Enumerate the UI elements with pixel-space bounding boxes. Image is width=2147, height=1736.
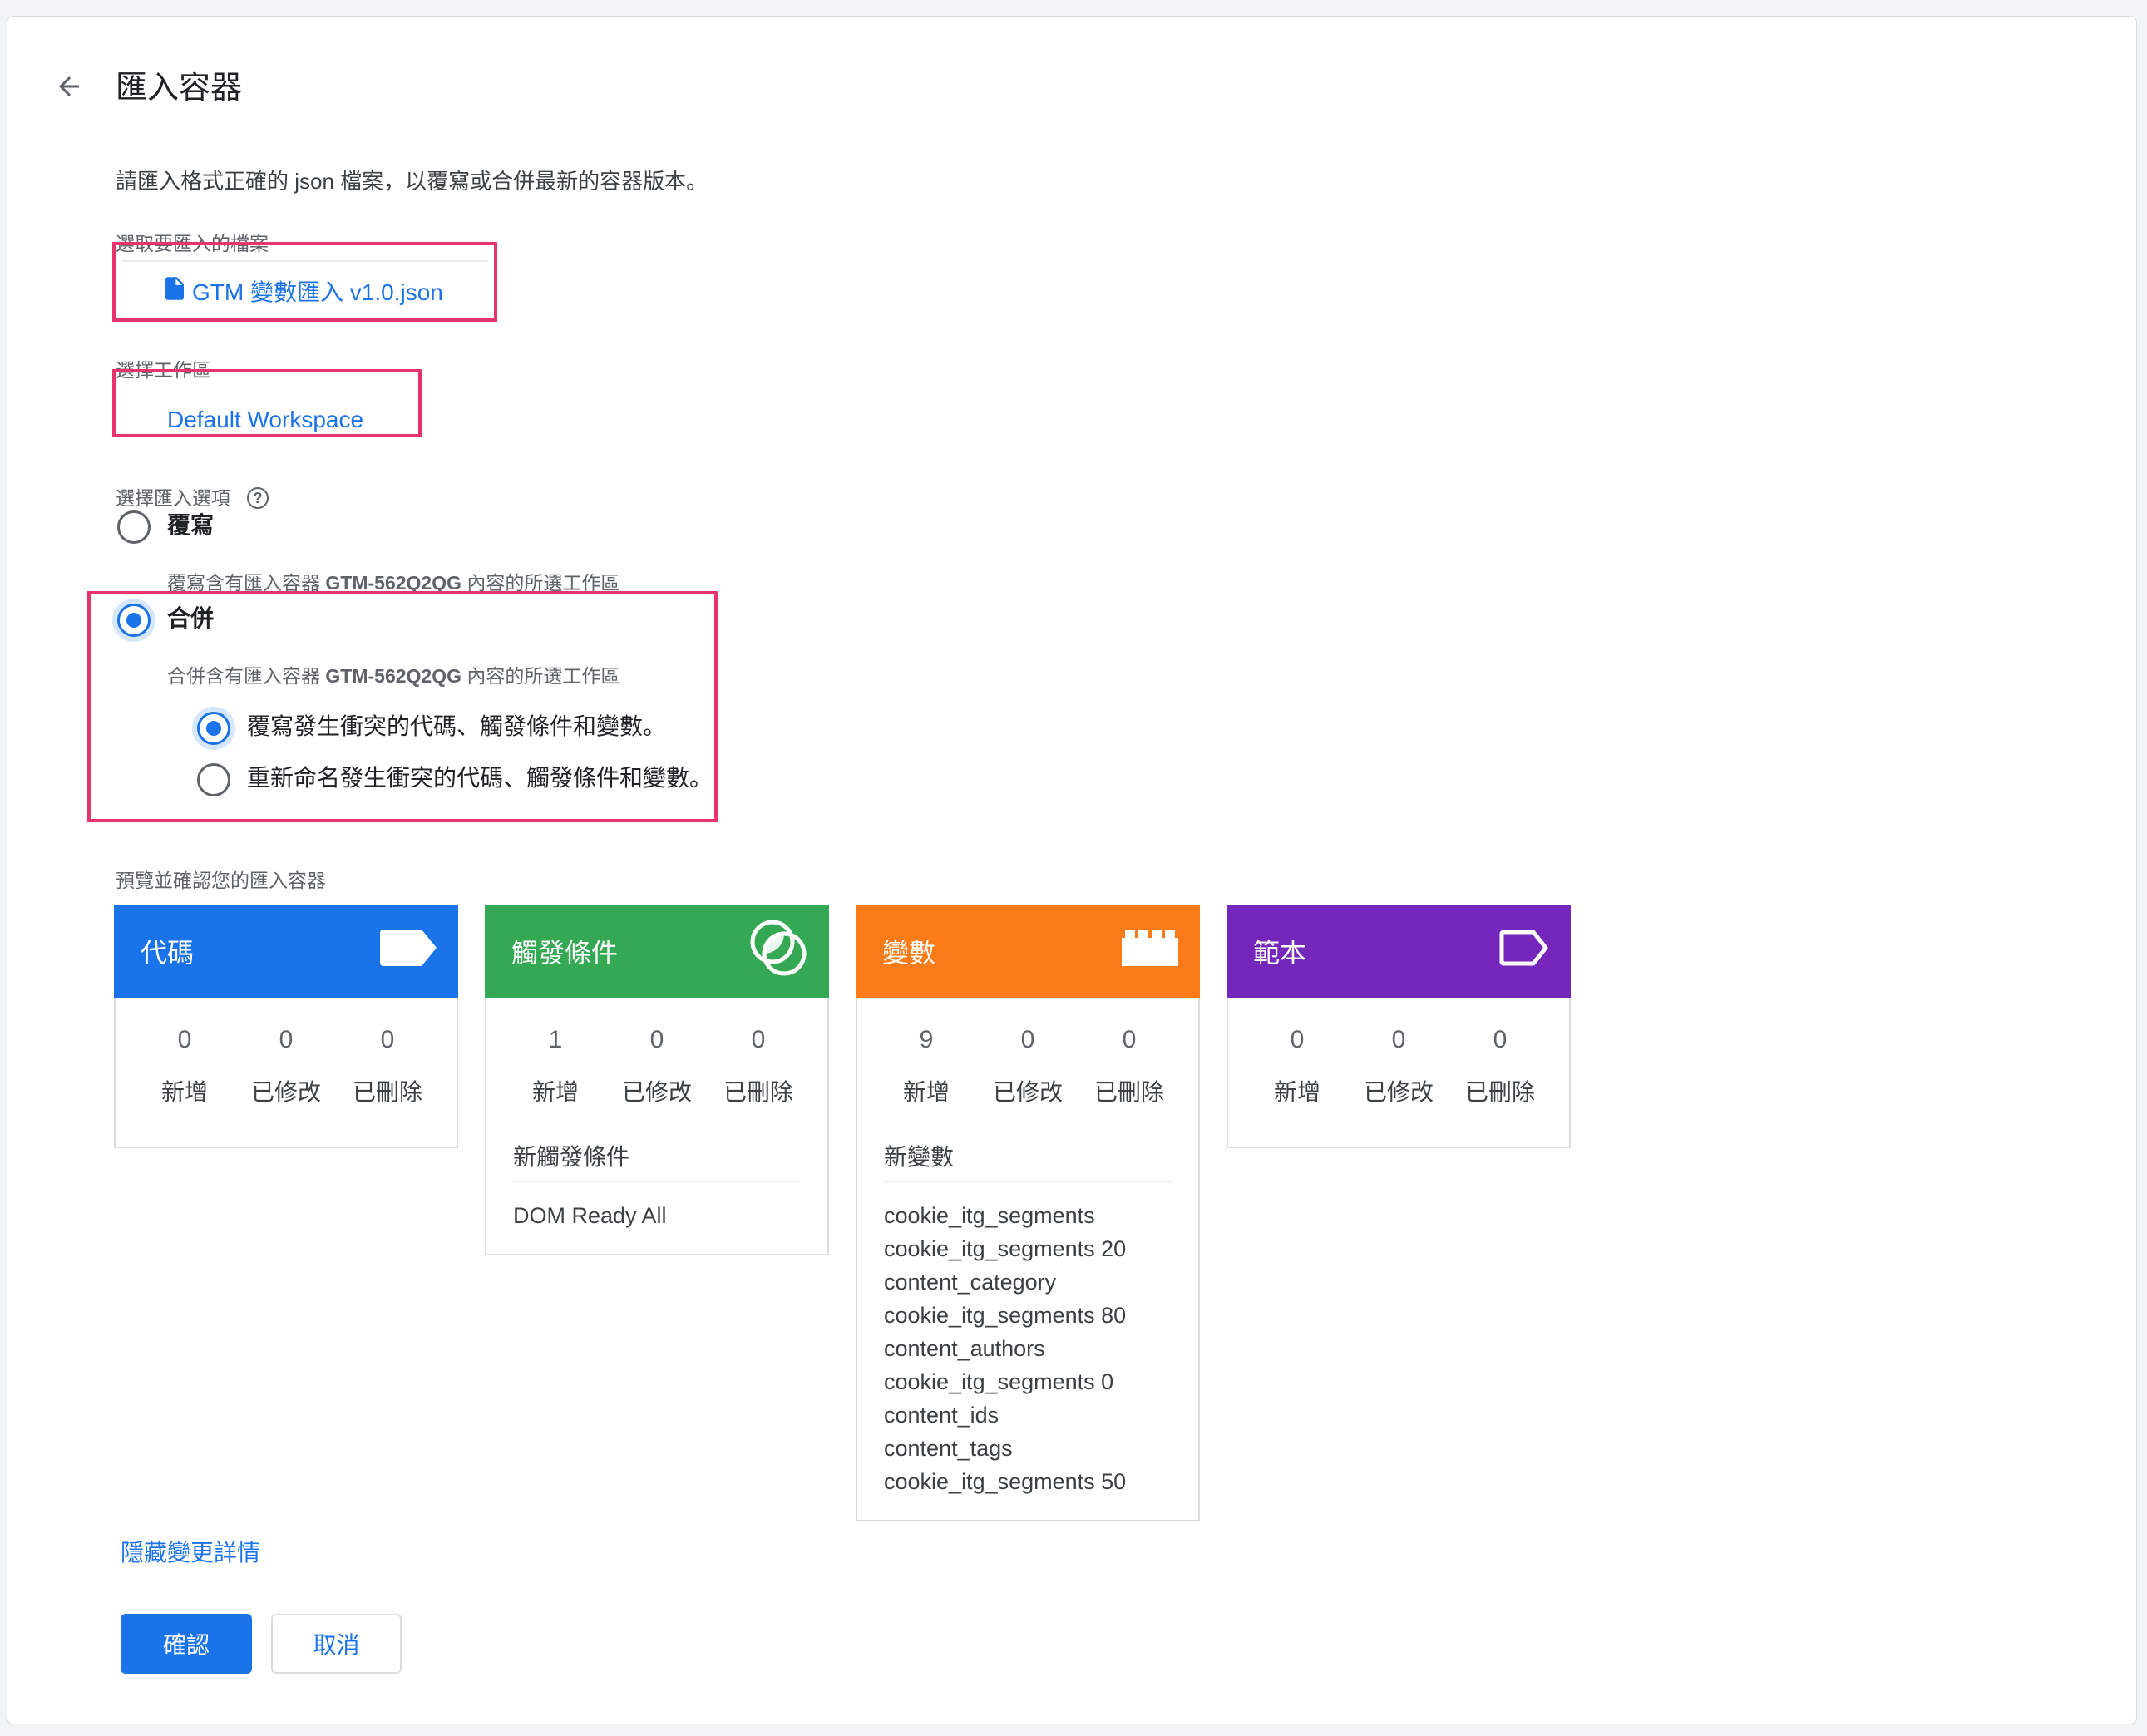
container-id: GTM-562Q2QG <box>325 665 461 687</box>
list-item: DOM Ready All <box>513 1203 667 1228</box>
templates-tile: 範本 0 新增 0 已修改 0 已刪除 <box>1227 905 1571 1148</box>
tags-stats: 0 新增 0 已修改 0 已刪除 <box>116 998 457 1109</box>
page-description: 請匯入格式正確的 json 檔案，以覆寫或合併最新的容器版本。 <box>116 169 708 194</box>
stat-modified: 0 <box>1391 1026 1406 1053</box>
file-icon <box>165 276 184 306</box>
stat-modified: 0 <box>649 1026 664 1053</box>
stat-deleted: 0 <box>1493 1026 1508 1053</box>
tags-tile-title: 代碼 <box>141 938 195 968</box>
workspace-label: 選擇工作區 <box>116 359 211 381</box>
stat-deleted: 0 <box>751 1026 766 1053</box>
merge-description: 合併含有匯入容器 GTM-562Q2QG 內容的所選工作區 <box>167 665 620 687</box>
stat-deleted: 0 <box>380 1026 395 1053</box>
back-button[interactable] <box>46 65 92 111</box>
stat-modified: 0 <box>279 1026 294 1053</box>
tag-icon <box>380 930 437 973</box>
new-variables-list: 新變數 cookie_itg_segments cookie_itg_segme… <box>857 1109 1198 1515</box>
merge-rename-conflicts-label: 重新命名發生衝突的代碼、觸發條件和變數。 <box>247 765 713 791</box>
merge-overwrite-conflicts-label: 覆寫發生衝突的代碼、觸發條件和變數。 <box>247 713 667 739</box>
overwrite-description: 覆寫含有匯入容器 GTM-562Q2QG 內容的所選工作區 <box>167 572 620 594</box>
merge-rename-conflicts-radio[interactable] <box>197 763 230 796</box>
page-title: 匯入容器 <box>116 71 243 106</box>
container-id: GTM-562Q2QG <box>325 572 461 594</box>
tags-tile-header: 代碼 <box>114 905 458 998</box>
stat-added: 0 <box>1290 1026 1305 1053</box>
variables-tile-title: 變數 <box>882 938 936 968</box>
triggers-tile-title: 觸發條件 <box>511 938 619 968</box>
workspace-select-button[interactable]: Default Workspace <box>121 391 410 449</box>
import-container-card: 匯入容器 請匯入格式正確的 json 檔案，以覆寫或合併最新的容器版本。 選取要… <box>7 16 2137 1724</box>
preview-label: 預覽並確認您的匯入容器 <box>116 870 326 891</box>
triggers-tile: 觸發條件 1 新增 0 已修改 0 已刪除 新觸發條件 DOM Ready All <box>485 905 829 1255</box>
triggers-tile-header: 觸發條件 <box>485 905 829 998</box>
stat-modified: 0 <box>1020 1026 1035 1053</box>
stat-added: 9 <box>919 1026 934 1053</box>
list-item: content_tags <box>884 1436 1013 1461</box>
trigger-icon <box>749 919 807 984</box>
templates-tile-title: 範本 <box>1253 938 1307 968</box>
variable-brick-icon <box>1122 930 1178 973</box>
cancel-button[interactable]: 取消 <box>271 1614 402 1674</box>
merge-label: 合併 <box>167 605 215 631</box>
new-triggers-heading: 新觸發條件 <box>513 1139 801 1182</box>
list-item: cookie_itg_segments 80 <box>884 1303 1127 1328</box>
template-tag-icon <box>1499 930 1549 973</box>
workspace-value: Default Workspace <box>167 407 364 432</box>
variables-tile-header: 變數 <box>856 905 1200 998</box>
list-item: content_authors <box>884 1336 1045 1361</box>
stat-deleted: 0 <box>1122 1026 1137 1053</box>
merge-rename-label-clip: 重新命名發生衝突的代碼、觸發條件和變數。 <box>247 763 714 793</box>
import-option-header: 選擇匯入選項 ? <box>116 486 269 510</box>
tags-tile: 代碼 0 新增 0 已修改 0 已刪除 <box>114 905 458 1148</box>
merge-overwrite-conflicts-radio[interactable] <box>197 712 230 745</box>
list-item: cookie_itg_segments 0 <box>884 1369 1114 1394</box>
overwrite-label: 覆寫 <box>167 512 215 538</box>
stat-added: 1 <box>548 1026 563 1053</box>
hide-details-link[interactable]: 隱藏變更詳情 <box>121 1535 260 1568</box>
import-option-label: 選擇匯入選項 <box>116 487 230 509</box>
file-name: GTM 變數匯入 v1.0.json <box>192 279 443 305</box>
templates-tile-header: 範本 <box>1227 905 1571 998</box>
arrow-back-icon <box>54 72 84 106</box>
templates-stats: 0 新增 0 已修改 0 已刪除 <box>1228 998 1569 1109</box>
variables-tile: 變數 9 新增 0 已修改 0 已刪除 新變數 cookie_itg_segments… <box>856 905 1200 1521</box>
variables-stats: 9 新增 0 已修改 0 已刪除 <box>857 998 1198 1109</box>
stat-added: 0 <box>177 1026 192 1053</box>
help-icon[interactable]: ? <box>247 487 269 509</box>
list-item: content_category <box>884 1270 1057 1295</box>
overwrite-radio[interactable] <box>117 510 151 544</box>
new-triggers-list: 新觸發條件 DOM Ready All <box>486 1109 827 1249</box>
list-item: content_ids <box>884 1403 999 1428</box>
file-select-button[interactable]: GTM 變數匯入 v1.0.json <box>121 260 488 320</box>
new-variables-heading: 新變數 <box>884 1139 1172 1182</box>
file-label: 選取要匯入的檔案 <box>116 233 269 254</box>
list-item: cookie_itg_segments <box>884 1203 1095 1228</box>
list-item: cookie_itg_segments 50 <box>884 1469 1127 1494</box>
list-item: cookie_itg_segments 20 <box>884 1236 1127 1261</box>
triggers-stats: 1 新增 0 已修改 0 已刪除 <box>486 998 827 1109</box>
merge-radio[interactable] <box>117 604 151 637</box>
confirm-button[interactable]: 確認 <box>121 1614 252 1674</box>
